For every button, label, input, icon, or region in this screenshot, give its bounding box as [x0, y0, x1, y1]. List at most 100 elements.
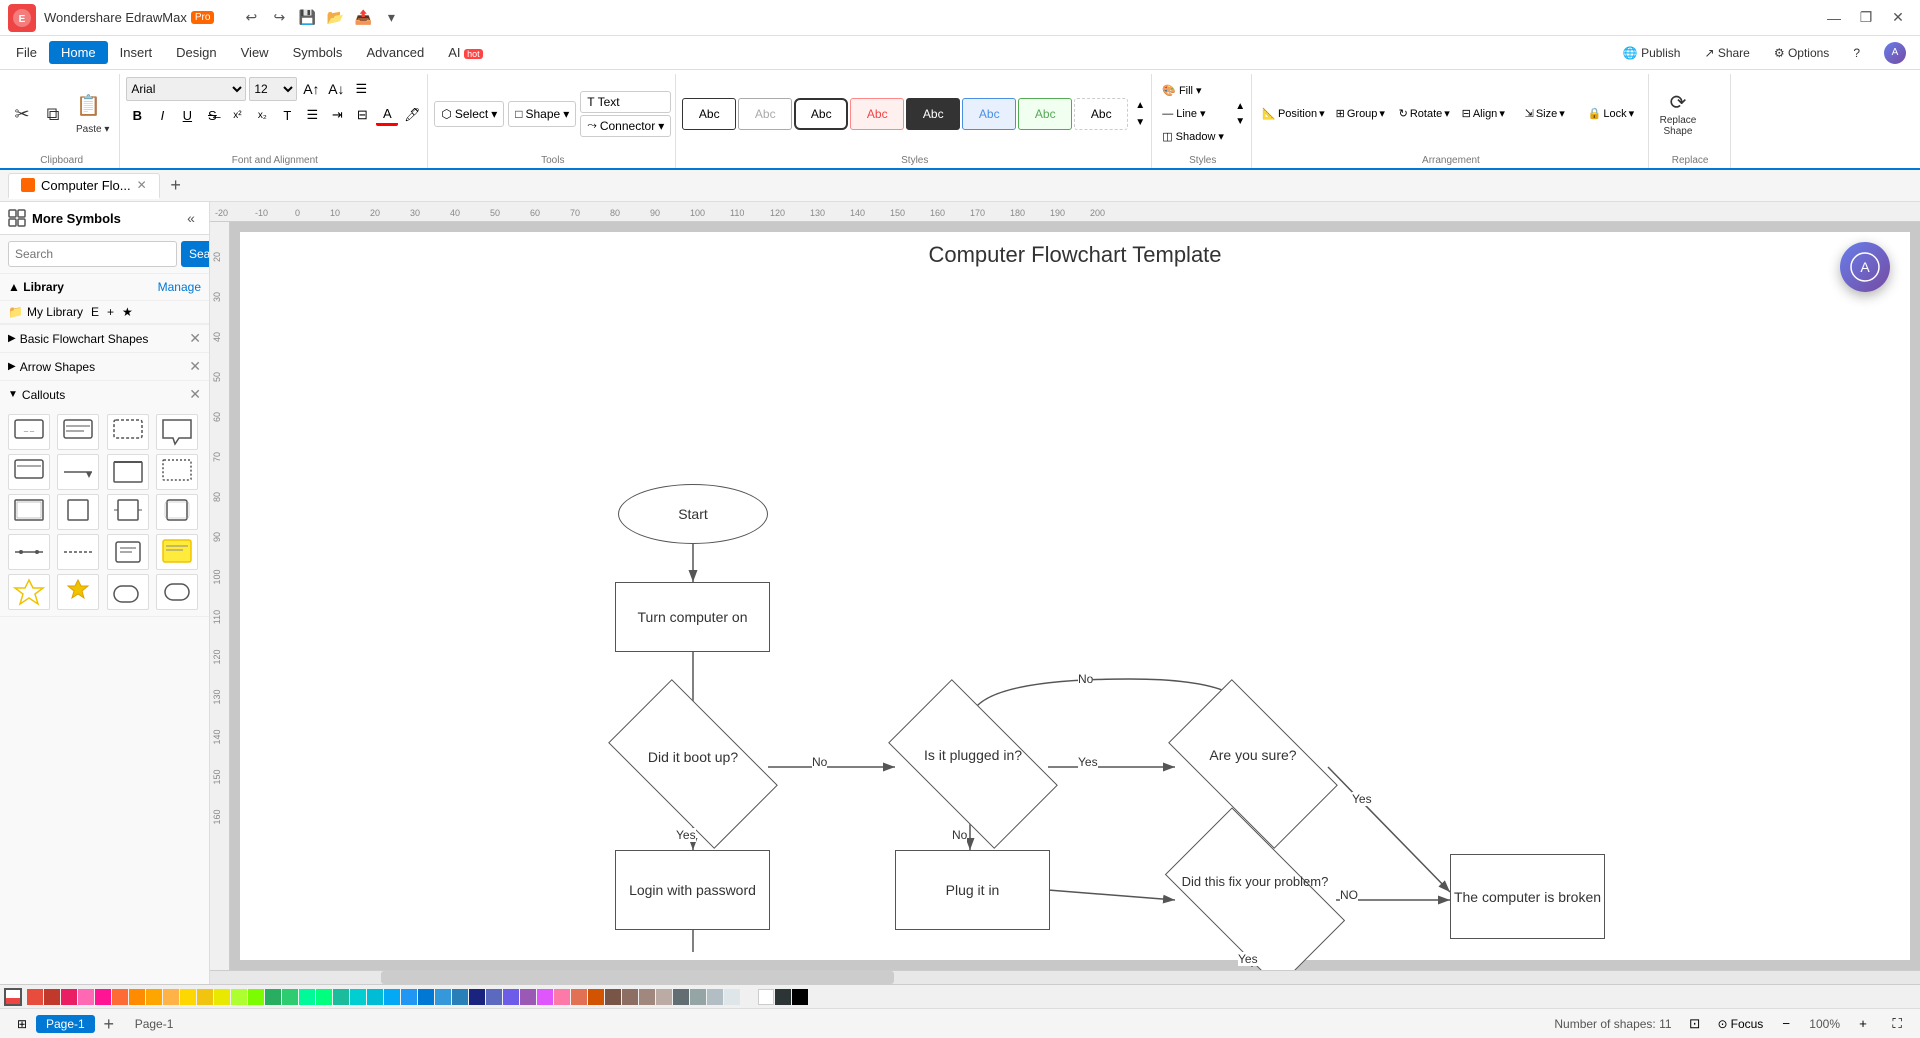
maximize-button[interactable]: ❐ — [1852, 7, 1880, 29]
style-sample-5[interactable]: Abc — [906, 98, 960, 130]
text-dropdown[interactable]: T Text — [580, 91, 671, 113]
tab-close-button[interactable]: ✕ — [137, 178, 147, 192]
color-silver[interactable] — [707, 989, 723, 1005]
color-indigo[interactable] — [486, 989, 502, 1005]
share-button[interactable]: ↗ Share — [1694, 38, 1759, 68]
color-medspringgreen[interactable] — [299, 989, 315, 1005]
increase-font-button[interactable]: A↑ — [300, 78, 322, 100]
manage-button[interactable]: Manage — [158, 280, 201, 294]
group-button[interactable]: ⊞ Group ▾ — [1332, 103, 1392, 125]
my-library-header[interactable]: 📁 My Library E + ★ — [0, 301, 209, 324]
open-button[interactable]: 📂 — [322, 5, 348, 31]
zoom-in-button[interactable]: + — [1852, 1013, 1874, 1035]
broken-shape[interactable]: The computer is broken — [1450, 854, 1605, 939]
color-brown[interactable] — [605, 989, 621, 1005]
page-tab-1[interactable]: Page-1 — [36, 1015, 95, 1033]
color-tan[interactable] — [639, 989, 655, 1005]
indent-button[interactable]: ⇥ — [326, 104, 348, 126]
menu-ai[interactable]: AI hot — [436, 41, 494, 64]
menu-file[interactable]: File — [4, 41, 49, 64]
callouts-close-button[interactable]: ✕ — [189, 386, 201, 403]
color-light-pink[interactable] — [78, 989, 94, 1005]
rotate-button[interactable]: ↻ Rotate ▾ — [1395, 103, 1455, 125]
align-center-button[interactable]: ⊟ — [351, 104, 373, 126]
align-button[interactable]: ⊟ Align ▾ — [1458, 103, 1518, 125]
italic-button[interactable]: I — [151, 104, 173, 126]
lock-button[interactable]: 🔒 Lock ▾ — [1584, 103, 1644, 125]
color-lawngreen[interactable] — [248, 989, 264, 1005]
callout-shape-13[interactable] — [8, 534, 50, 570]
color-springgreen[interactable] — [316, 989, 332, 1005]
color-cyan[interactable] — [367, 989, 383, 1005]
connector-dropdown[interactable]: ⤳ Connector ▾ — [580, 115, 671, 137]
page-settings-button[interactable]: ⊞ — [12, 1014, 32, 1034]
fix-problem-shape[interactable]: Did this fix your problem? — [1175, 850, 1335, 945]
boot-up-shape[interactable]: Did it boot up? — [618, 719, 768, 809]
position-button[interactable]: 📐 Position ▾ — [1258, 103, 1328, 125]
fill-button[interactable]: 🎨 Fill ▾ — [1158, 80, 1228, 102]
more-button[interactable]: ▾ — [378, 5, 404, 31]
plug-in-shape[interactable]: Plug it in — [895, 850, 1050, 930]
color-blue[interactable] — [401, 989, 417, 1005]
color-light-brown[interactable] — [622, 989, 638, 1005]
add-tab-button[interactable]: + — [164, 174, 188, 198]
font-color-button[interactable]: A — [376, 104, 398, 126]
color-peach[interactable] — [163, 989, 179, 1005]
style-sample-6[interactable]: Abc — [962, 98, 1016, 130]
callout-shape-8[interactable] — [156, 454, 198, 490]
callout-shape-6[interactable] — [57, 454, 99, 490]
color-amethyst[interactable] — [520, 989, 536, 1005]
strikethrough-button[interactable]: S̶ — [201, 104, 223, 126]
undo-button[interactable]: ↩ — [238, 5, 264, 31]
color-peter-river[interactable] — [435, 989, 451, 1005]
help-button[interactable]: ? — [1843, 38, 1870, 68]
color-near-black[interactable] — [775, 989, 791, 1005]
color-dark-orange[interactable] — [129, 989, 145, 1005]
callout-shape-3[interactable] — [107, 414, 149, 450]
color-orange-red[interactable] — [112, 989, 128, 1005]
size-button[interactable]: ⇲ Size ▾ — [1521, 103, 1581, 125]
font-name-select[interactable]: Arial — [126, 77, 246, 101]
menu-view[interactable]: View — [229, 41, 281, 64]
canvas-wrapper[interactable]: 20 30 40 50 60 70 80 90 100 110 120 130 … — [210, 222, 1920, 970]
highlight-button[interactable]: 🖊 — [401, 104, 423, 126]
start-shape[interactable]: Start — [618, 484, 768, 544]
callouts-header[interactable]: ▼ Callouts ✕ — [0, 381, 209, 408]
user-button[interactable]: A — [1874, 38, 1916, 68]
zoom-out-button[interactable]: − — [1775, 1013, 1797, 1035]
color-pink[interactable] — [61, 989, 77, 1005]
color-orange[interactable] — [146, 989, 162, 1005]
scrollbar-thumb[interactable] — [381, 971, 894, 984]
color-gray[interactable] — [690, 989, 706, 1005]
callout-shape-9[interactable] — [8, 494, 50, 530]
horizontal-scrollbar[interactable] — [210, 970, 1920, 984]
line-button[interactable]: — Line ▾ — [1158, 103, 1228, 125]
bullet-button[interactable]: ☰ — [301, 104, 323, 126]
color-dark-blue[interactable] — [469, 989, 485, 1005]
color-dark-gray[interactable] — [673, 989, 689, 1005]
paste-button[interactable]: 📋 — [70, 90, 115, 120]
fullscreen-button[interactable]: ⛶ — [1886, 1013, 1908, 1035]
style-sample-1[interactable]: Abc — [682, 98, 736, 130]
color-light-silver[interactable] — [724, 989, 740, 1005]
style-sample-4[interactable]: Abc — [850, 98, 904, 130]
color-black[interactable] — [792, 989, 808, 1005]
select-dropdown[interactable]: ⬡ Select ▾ — [434, 101, 504, 127]
color-light-blue[interactable] — [384, 989, 400, 1005]
plugged-in-shape[interactable]: Is it plugged in? — [898, 719, 1048, 809]
save-button[interactable]: 💾 — [294, 5, 320, 31]
callout-shape-20[interactable] — [156, 574, 198, 610]
basic-close-button[interactable]: ✕ — [189, 330, 201, 347]
flowchart-canvas[interactable]: Computer Flowchart Template — [240, 232, 1910, 960]
shadow-button[interactable]: ◫ Shadow ▾ — [1158, 126, 1228, 148]
search-button[interactable]: Search — [181, 241, 210, 267]
color-white[interactable] — [758, 989, 774, 1005]
color-turquoise[interactable] — [333, 989, 349, 1005]
underline-button[interactable]: U — [176, 104, 198, 126]
ai-assistant-button[interactable]: A — [1840, 242, 1890, 292]
menu-home[interactable]: Home — [49, 41, 108, 64]
turn-computer-on-shape[interactable]: Turn computer on — [615, 582, 770, 652]
font-size-select[interactable]: 12 — [249, 77, 297, 101]
color-dark-turquoise[interactable] — [350, 989, 366, 1005]
callout-shape-17[interactable] — [8, 574, 50, 610]
